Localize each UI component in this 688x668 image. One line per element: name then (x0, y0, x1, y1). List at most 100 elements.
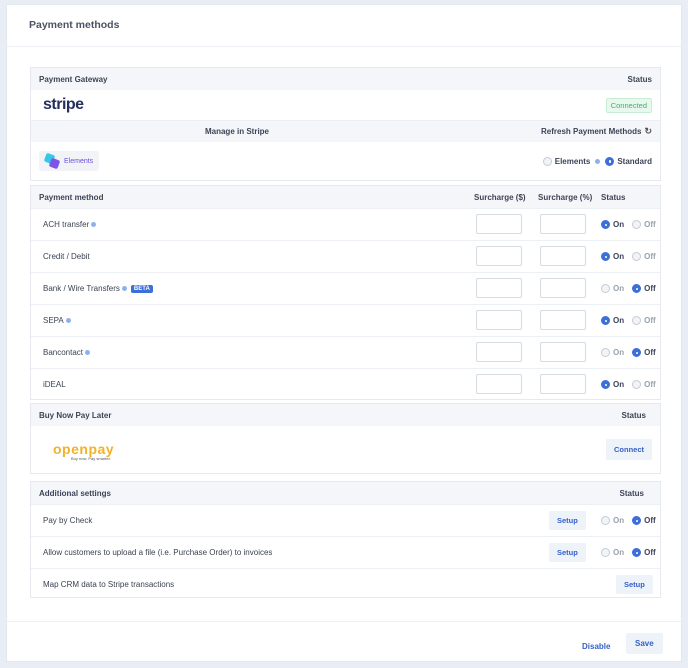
status-radio-group: On Off (601, 348, 656, 357)
off-radio[interactable] (632, 284, 642, 293)
connect-button[interactable]: Connect (606, 439, 652, 460)
divider (7, 46, 681, 47)
openpay-tagline: Buy now. Pay smarter. (71, 456, 111, 461)
surcharge-percent-input[interactable] (540, 310, 586, 330)
gateway-header-label: Payment Gateway (39, 74, 108, 84)
table-row: ACH transfer On Off (31, 208, 660, 240)
gateway-row: stripe Connected (31, 90, 660, 120)
additional-settings-section: Additional settings Status Pay by Check … (30, 481, 661, 598)
status-radio-group: On Off (601, 548, 656, 557)
info-icon (595, 158, 601, 164)
off-radio[interactable] (632, 316, 642, 325)
off-radio[interactable] (632, 348, 642, 357)
on-radio[interactable] (601, 284, 610, 293)
gateway-status-label: Status (627, 74, 652, 84)
on-label: On (613, 348, 625, 357)
surcharge-percent-input[interactable] (540, 278, 586, 298)
disable-button[interactable]: Disable (576, 636, 616, 657)
off-label: Off (644, 316, 656, 325)
status-radio-group: On Off (601, 252, 656, 261)
off-radio[interactable] (632, 516, 642, 525)
table-row: SEPA On Off (31, 304, 660, 336)
refresh-payment-methods-link[interactable]: Refresh Payment Methods ↻ (541, 126, 652, 137)
on-label: On (613, 316, 625, 325)
method-name: Credit / Debit (43, 252, 90, 261)
list-item: Allow customers to upload a file (i.e. P… (31, 536, 660, 568)
status-radio-group: On Off (601, 380, 656, 389)
surcharge-percent-input[interactable] (540, 246, 586, 266)
info-icon[interactable] (85, 350, 91, 356)
stripe-logo: stripe (43, 96, 84, 113)
table-row: Bancontact On Off (31, 336, 660, 368)
table-row: Bank / Wire Transfers BETA On Off (31, 272, 660, 304)
on-radio[interactable] (601, 316, 610, 325)
col-payment-method: Payment method (39, 192, 104, 202)
on-radio[interactable] (601, 380, 610, 389)
off-radio[interactable] (632, 220, 642, 229)
stripe-mode-row: Elements Elements Standard (31, 142, 660, 180)
surcharge-dollar-input[interactable] (476, 310, 522, 330)
off-label: Off (644, 220, 656, 229)
surcharge-dollar-input[interactable] (476, 374, 522, 394)
bnpl-header-label: Buy Now Pay Later (39, 410, 112, 420)
table-row: iDEAL On Off (31, 368, 660, 400)
bnpl-status-label: Status (621, 410, 646, 420)
off-label: Off (644, 284, 656, 293)
method-name: SEPA (43, 316, 64, 325)
save-button[interactable]: Save (626, 633, 663, 654)
on-label: On (613, 284, 625, 293)
standard-radio[interactable] (605, 156, 615, 166)
setting-name: Map CRM data to Stripe transactions (43, 580, 175, 589)
off-label: Off (644, 516, 656, 525)
on-radio[interactable] (601, 348, 610, 357)
gateway-section: Payment Gateway Status stripe Connected … (30, 67, 661, 181)
list-item: Map CRM data to Stripe transactions Setu… (31, 568, 660, 600)
col-surcharge-dollar: Surcharge ($) (474, 192, 526, 202)
surcharge-dollar-input[interactable] (476, 246, 522, 266)
on-label: On (613, 252, 625, 261)
off-label: Off (644, 548, 656, 557)
on-radio[interactable] (601, 548, 610, 557)
off-label: Off (644, 348, 656, 357)
surcharge-dollar-input[interactable] (476, 214, 522, 234)
status-radio-group: On Off (601, 316, 656, 325)
surcharge-percent-input[interactable] (540, 214, 586, 234)
surcharge-percent-input[interactable] (540, 374, 586, 394)
surcharge-dollar-input[interactable] (476, 278, 522, 298)
bnpl-section: Buy Now Pay Later Status openpay Buy now… (30, 403, 661, 474)
openpay-wordmark: openpay (53, 441, 115, 457)
method-name: Bank / Wire Transfers (43, 284, 120, 293)
info-icon[interactable] (121, 286, 127, 292)
surcharge-percent-input[interactable] (540, 342, 586, 362)
info-icon[interactable] (65, 318, 71, 324)
bnpl-row: openpay Buy now. Pay smarter. Connect (31, 426, 660, 474)
list-item: Pay by Check Setup On Off (31, 504, 660, 536)
standard-option-label: Standard (617, 156, 652, 166)
manage-stripe-header: Manage in Stripe Refresh Payment Methods… (31, 120, 660, 142)
method-name: iDEAL (43, 380, 66, 389)
setting-name: Pay by Check (43, 516, 93, 525)
elements-radio[interactable] (542, 156, 552, 166)
col-status: Status (601, 192, 626, 202)
on-radio[interactable] (601, 252, 610, 261)
setup-button[interactable]: Setup (549, 543, 586, 562)
status-radio-group: On Off (601, 220, 656, 229)
surcharge-dollar-input[interactable] (476, 342, 522, 362)
on-radio[interactable] (601, 220, 610, 229)
page-title: Payment methods (29, 19, 120, 31)
info-icon[interactable] (91, 222, 97, 228)
beta-badge: BETA (130, 284, 153, 293)
setup-button[interactable]: Setup (616, 575, 653, 594)
status-radio-group: On Off (601, 284, 656, 293)
refresh-label: Refresh Payment Methods (540, 127, 642, 136)
on-label: On (613, 220, 625, 229)
on-radio[interactable] (601, 516, 610, 525)
on-label: On (613, 380, 625, 389)
setup-button[interactable]: Setup (549, 511, 586, 530)
off-radio[interactable] (632, 252, 642, 261)
status-radio-group: On Off (601, 516, 656, 525)
off-radio[interactable] (632, 380, 642, 389)
gateway-header: Payment Gateway Status (31, 68, 660, 90)
manage-in-stripe-label: Manage in Stripe (204, 127, 269, 136)
off-radio[interactable] (632, 548, 642, 557)
